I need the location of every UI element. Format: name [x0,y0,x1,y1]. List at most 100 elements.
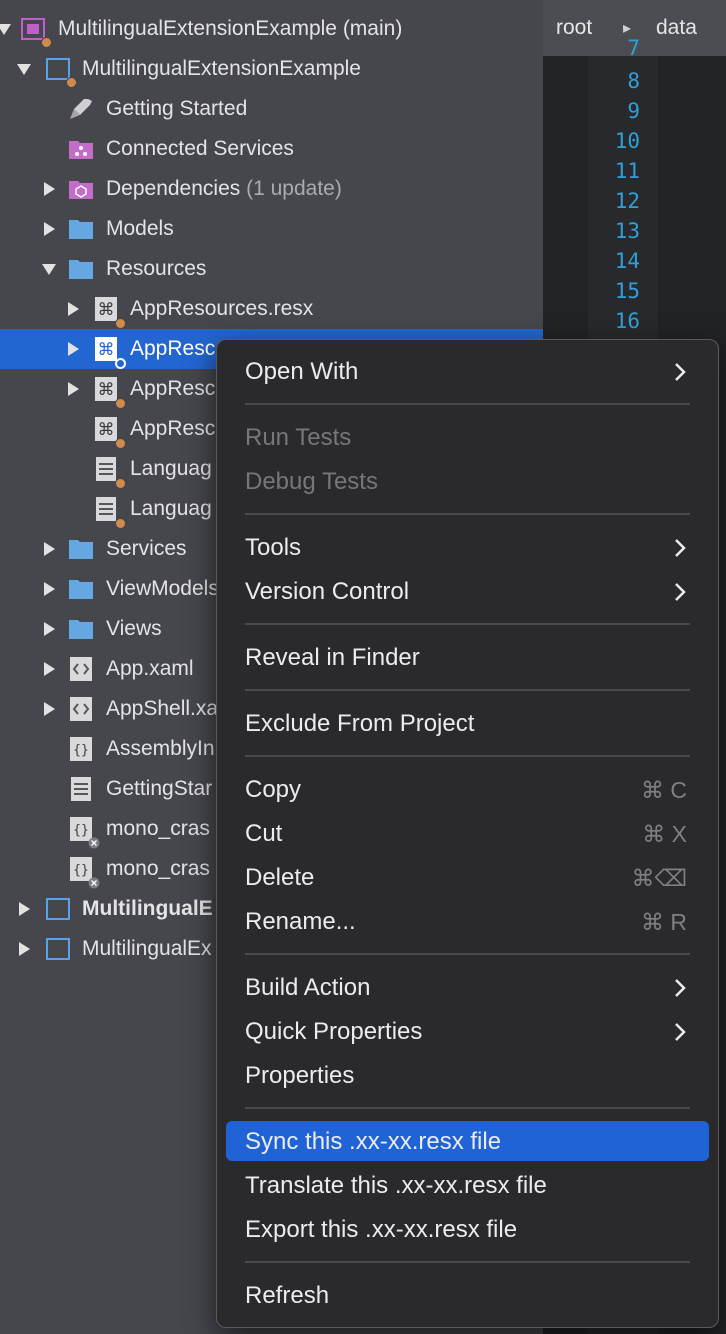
folder-icon [69,620,93,639]
chevron-right-icon [675,1023,686,1041]
menu-item-version-control[interactable]: Version Control [226,571,709,611]
chevron-down-icon[interactable] [42,264,56,275]
resx-icon: ⌘ [95,337,117,361]
tree-row-solution[interactable]: MultilingualExtensionExample (main) [0,9,543,49]
chevron-down-icon[interactable] [0,24,11,35]
line-number: 10 [614,129,640,153]
warning-badge-icon [115,438,126,449]
tree-label: Connected Services [106,137,294,160]
tree-label: MultilingualEx [82,937,212,960]
chevron-right-icon [675,583,686,601]
tree-row-project[interactable]: MultilingualExtensionExample [0,49,543,89]
xaml-icon [70,657,92,681]
menu-item-build-action[interactable]: Build Action [226,967,709,1007]
breadcrumb-data[interactable]: data [656,16,697,40]
tree-label: Resources [106,257,207,280]
menu-separator [245,623,690,625]
shortcut-label: ⌘⌫ [631,865,687,891]
menu-item-export-resx[interactable]: Export this .xx-xx.resx file [226,1209,709,1249]
warning-badge-icon [115,518,126,529]
chevron-right-icon [675,539,686,557]
menu-item-label: Build Action [245,974,371,1001]
chevron-right-icon[interactable] [19,942,30,956]
chevron-right-icon [675,979,686,997]
menu-item-run-tests: Run Tests [226,417,709,457]
menu-item-sync-resx[interactable]: Sync this .xx-xx.resx file [226,1121,709,1161]
chevron-right-icon[interactable] [44,222,55,236]
menu-item-translate-resx[interactable]: Translate this .xx-xx.resx file [226,1165,709,1205]
menu-item-refresh[interactable]: Refresh [226,1275,709,1315]
code-file-icon: {} [70,737,92,761]
menu-item-open-with[interactable]: Open With [226,351,709,391]
chevron-right-icon[interactable] [68,302,79,316]
svg-text:⌘: ⌘ [98,300,115,320]
line-number: 12 [614,189,640,213]
warning-badge-icon [115,318,126,329]
text-file-icon [96,457,116,481]
tree-label: Languag [130,457,212,480]
line-number: 11 [614,159,640,183]
text-file-icon [96,497,116,521]
chevron-right-icon[interactable] [44,582,55,596]
xaml-icon [70,697,92,721]
chevron-down-icon[interactable] [17,64,31,75]
chevron-right-icon[interactable] [44,702,55,716]
menu-item-reveal-in-finder[interactable]: Reveal in Finder [226,637,709,677]
warning-badge-icon [66,77,77,88]
package-icon [69,181,93,199]
chevron-right-icon[interactable] [44,662,55,676]
menu-item-label: Run Tests [245,424,352,451]
tree-row-models[interactable]: Models [0,209,543,249]
chevron-right-icon[interactable] [68,382,79,396]
menu-item-rename[interactable]: Rename... ⌘ R [226,901,709,941]
tree-row-resources[interactable]: Resources [0,249,543,289]
svg-text:⌘: ⌘ [98,420,115,440]
chevron-right-icon[interactable] [44,182,55,196]
tree-label: AssemblyIn [106,737,215,760]
chevron-right-icon [675,363,686,381]
tree-label: AppResources.resx [130,297,314,320]
shortcut-label: ⌘ C [641,777,687,803]
menu-item-label: Delete [245,864,315,891]
tree-label: Getting Started [106,97,248,120]
tree-row-appresources-resx[interactable]: ⌘ AppResources.resx [0,289,543,329]
menu-item-properties[interactable]: Properties [226,1055,709,1095]
text-file-icon [71,777,91,801]
tree-label: mono_cras [106,817,210,840]
breadcrumb-separator-icon: ▸ [623,20,632,37]
project-icon [46,898,70,920]
menu-item-label: Tools [245,534,302,561]
tree-row-getting-started[interactable]: Getting Started [0,89,543,129]
svg-text:{}: {} [73,863,89,878]
tree-label: AppShell.xa [106,697,219,720]
menu-item-label: Open With [245,358,359,385]
line-number: 8 [627,69,640,93]
chevron-right-icon[interactable] [19,902,30,916]
menu-separator [245,689,690,691]
menu-item-exclude-from-project[interactable]: Exclude From Project [226,703,709,743]
tree-label: ViewModels [106,577,219,600]
chevron-right-icon[interactable] [44,622,55,636]
tree-label: MultilingualExtensionExample [82,57,361,80]
tree-label: Dependencies (1 update) [106,177,342,200]
warning-badge-icon [41,37,52,48]
menu-item-cut[interactable]: Cut ⌘ X [226,813,709,853]
menu-item-quick-properties[interactable]: Quick Properties [226,1011,709,1051]
line-number: 15 [614,279,640,303]
menu-item-label: Refresh [245,1282,330,1309]
line-number: 7 [627,36,640,60]
menu-item-delete[interactable]: Delete ⌘⌫ [226,857,709,897]
menu-item-label: Sync this .xx-xx.resx file [245,1128,502,1155]
chevron-right-icon[interactable] [68,342,79,356]
tree-row-connected-services[interactable]: Connected Services [0,129,543,169]
svg-text:{}: {} [73,823,89,838]
svg-text:⌘: ⌘ [98,380,115,400]
menu-item-tools[interactable]: Tools [226,527,709,567]
folder-icon [69,540,93,559]
menu-item-copy[interactable]: Copy ⌘ C [226,769,709,809]
chevron-right-icon[interactable] [44,542,55,556]
tree-label: Views [106,617,162,640]
menu-item-label: Reveal in Finder [245,644,420,671]
tree-row-dependencies[interactable]: Dependencies (1 update) [0,169,543,209]
menu-item-label: Export this .xx-xx.resx file [245,1216,518,1243]
